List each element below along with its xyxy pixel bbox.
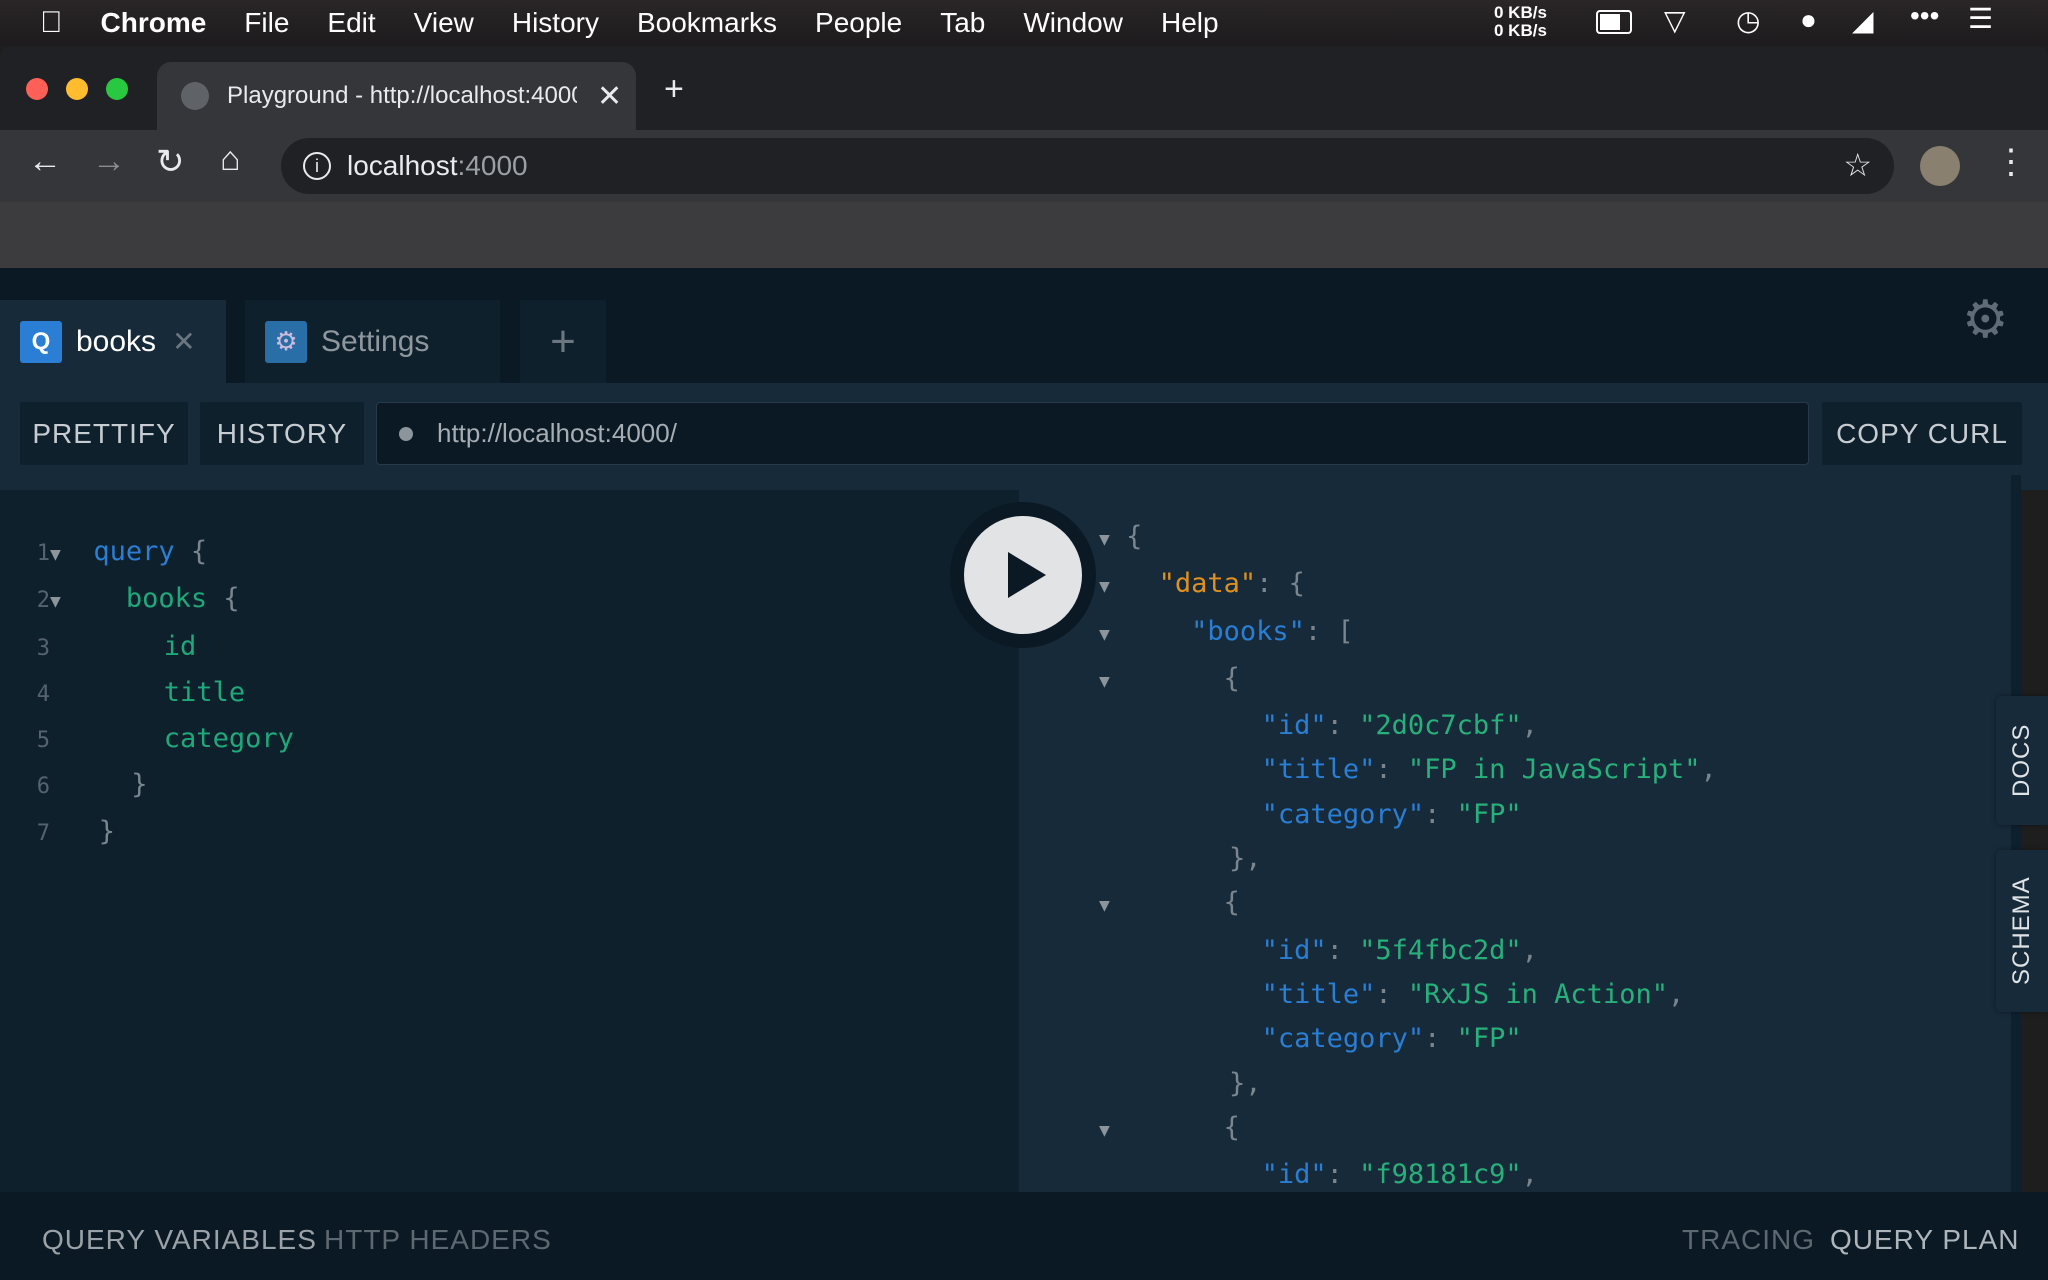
docs-tab[interactable]: DOCS: [1996, 696, 2048, 825]
bottom-panel: QUERY VARIABLES HTTP HEADERS TRACING QUE…: [0, 1192, 2048, 1280]
code-line: 5 category: [36, 723, 294, 755]
forward-icon[interactable]: →: [92, 142, 126, 181]
result-viewer: ▼ { ▼ "data": { ▼ "books": [ ▼ { "id": "2d0…: [1019, 490, 2011, 1192]
result-line: ▼ {: [1099, 662, 1240, 694]
wifi-icon[interactable]: ▽: [1664, 4, 1686, 37]
battery-icon[interactable]: [1596, 10, 1632, 34]
info-icon[interactable]: i: [303, 152, 331, 180]
menu-window[interactable]: Window: [1023, 7, 1123, 39]
menu-view[interactable]: View: [414, 7, 474, 39]
result-line: ▼ "books": [: [1099, 615, 1354, 647]
endpoint-url-input[interactable]: http://localhost:4000/: [376, 402, 1809, 465]
query-editor[interactable]: 1▼ query { 2▼ books { 3 id 4 title 5 categor…: [0, 490, 1019, 1192]
menu-edit[interactable]: Edit: [327, 7, 375, 39]
result-line: },: [1229, 1067, 1262, 1099]
result-line: ▼ {: [1099, 521, 1143, 552]
new-tab-button[interactable]: +: [664, 70, 684, 109]
menu-history[interactable]: History: [512, 7, 599, 39]
more-icon[interactable]: •••: [1910, 0, 1939, 32]
tab-title: Playground - http://localhost:4000: [227, 82, 577, 109]
home-icon[interactable]: ⌂: [220, 140, 241, 179]
prettify-button[interactable]: PRETTIFY: [20, 402, 188, 465]
network-speed: 0 KB/s 0 KB/s: [1494, 4, 1547, 40]
apple-icon[interactable]: : [40, 6, 63, 40]
query-badge: Q: [20, 320, 62, 363]
reload-icon[interactable]: ↻: [156, 142, 185, 182]
chrome-tab-bar: Playground - http://localhost:4000 ✕ +: [0, 46, 2048, 130]
history-button[interactable]: HISTORY: [200, 402, 364, 465]
menu-help[interactable]: Help: [1161, 7, 1219, 39]
macos-menu-bar:  Chrome File Edit View History Bookmark…: [0, 0, 2048, 46]
close-tab-icon[interactable]: ✕: [597, 79, 622, 114]
query-variables-tab[interactable]: QUERY VARIABLES: [42, 1224, 317, 1256]
result-line: "title": "FP in JavaScript",: [1261, 754, 1717, 786]
app-icon[interactable]: ◢: [1852, 4, 1874, 37]
close-window-button[interactable]: [26, 78, 48, 100]
browser-tab[interactable]: Playground - http://localhost:4000 ✕: [157, 62, 636, 130]
editor-toolbar: PRETTIFY HISTORY http://localhost:4000/ …: [0, 383, 2048, 490]
result-line: "id": "2d0c7cbf",: [1261, 710, 1538, 742]
result-line: "category": "FP": [1261, 1023, 1522, 1055]
docs-label: DOCS: [2008, 723, 2035, 798]
playground-tabs: Q books ✕ ⚙ Settings + ⚙: [0, 268, 2048, 383]
avatar[interactable]: [1920, 146, 1960, 186]
code-line: 4 title: [36, 676, 246, 708]
menu-chrome[interactable]: Chrome: [101, 7, 207, 39]
menu-file[interactable]: File: [244, 7, 289, 39]
result-scrollbar[interactable]: [2011, 475, 2021, 1192]
add-tab-button[interactable]: +: [520, 300, 606, 383]
maximize-window-button[interactable]: [106, 78, 128, 100]
address-bar[interactable]: i localhost:4000 ☆: [281, 138, 1894, 194]
star-icon[interactable]: ☆: [1843, 146, 1872, 184]
tab-label: books: [76, 324, 157, 358]
tab-books[interactable]: Q books ✕: [0, 300, 226, 383]
menu-kebab-icon[interactable]: ⋮: [1994, 142, 2028, 182]
code-line: 3 id: [36, 630, 197, 662]
result-line: "id": "f98181c9",: [1261, 1159, 1538, 1191]
schema-tab[interactable]: SCHEMA: [1996, 850, 2048, 1012]
tab-settings[interactable]: ⚙ Settings: [245, 300, 500, 383]
address-host: localhost: [347, 150, 458, 181]
result-line: "title": "RxJS in Action",: [1261, 978, 1685, 1010]
control-center-icon[interactable]: ●: [1800, 4, 1817, 36]
menu-people[interactable]: People: [815, 7, 902, 39]
tracing-tab[interactable]: TRACING: [1682, 1224, 1815, 1256]
result-line: ▼ {: [1099, 887, 1240, 919]
bookmarks-bar: [0, 202, 2048, 268]
globe-icon: [181, 82, 209, 110]
address-port: :4000: [457, 150, 528, 181]
tab-label: Settings: [321, 324, 430, 358]
net-down: 0 KB/s: [1494, 21, 1547, 40]
result-line: ▼ {: [1099, 1111, 1240, 1143]
menu-tab[interactable]: Tab: [940, 7, 985, 39]
toolbar: ← → ↻ ⌂ i localhost:4000 ☆ ⋮: [0, 130, 2048, 202]
clock-icon[interactable]: ◷: [1736, 4, 1760, 37]
list-icon[interactable]: ☰: [1968, 2, 1993, 35]
schema-label: SCHEMA: [2008, 876, 2035, 986]
http-headers-tab[interactable]: HTTP HEADERS: [324, 1224, 552, 1256]
copy-curl-button[interactable]: COPY CURL: [1822, 402, 2022, 465]
gear-icon: ⚙: [265, 320, 307, 363]
minimize-window-button[interactable]: [66, 78, 88, 100]
result-line: ▼ "data": {: [1099, 568, 1305, 600]
result-line: "category": "FP": [1261, 798, 1522, 830]
net-up: 0 KB/s: [1494, 3, 1547, 22]
code-line: 7 }: [36, 815, 116, 847]
close-icon[interactable]: ✕: [172, 325, 195, 358]
play-icon: [1008, 552, 1046, 598]
status-dot-icon: [399, 427, 413, 441]
code-line: 6 }: [36, 769, 148, 801]
query-plan-tab[interactable]: QUERY PLAN: [1830, 1224, 2019, 1256]
code-line: 2▼ books {: [36, 583, 240, 615]
execute-query-button[interactable]: [950, 502, 1096, 648]
code-line: 1▼ query {: [36, 536, 208, 567]
result-line: },: [1229, 843, 1262, 875]
endpoint-url: http://localhost:4000/: [437, 418, 677, 448]
menu-bookmarks[interactable]: Bookmarks: [637, 7, 777, 39]
back-icon[interactable]: ←: [28, 142, 62, 181]
result-line: "id": "5f4fbc2d",: [1261, 934, 1538, 966]
settings-gear-icon[interactable]: ⚙: [1962, 290, 2009, 350]
